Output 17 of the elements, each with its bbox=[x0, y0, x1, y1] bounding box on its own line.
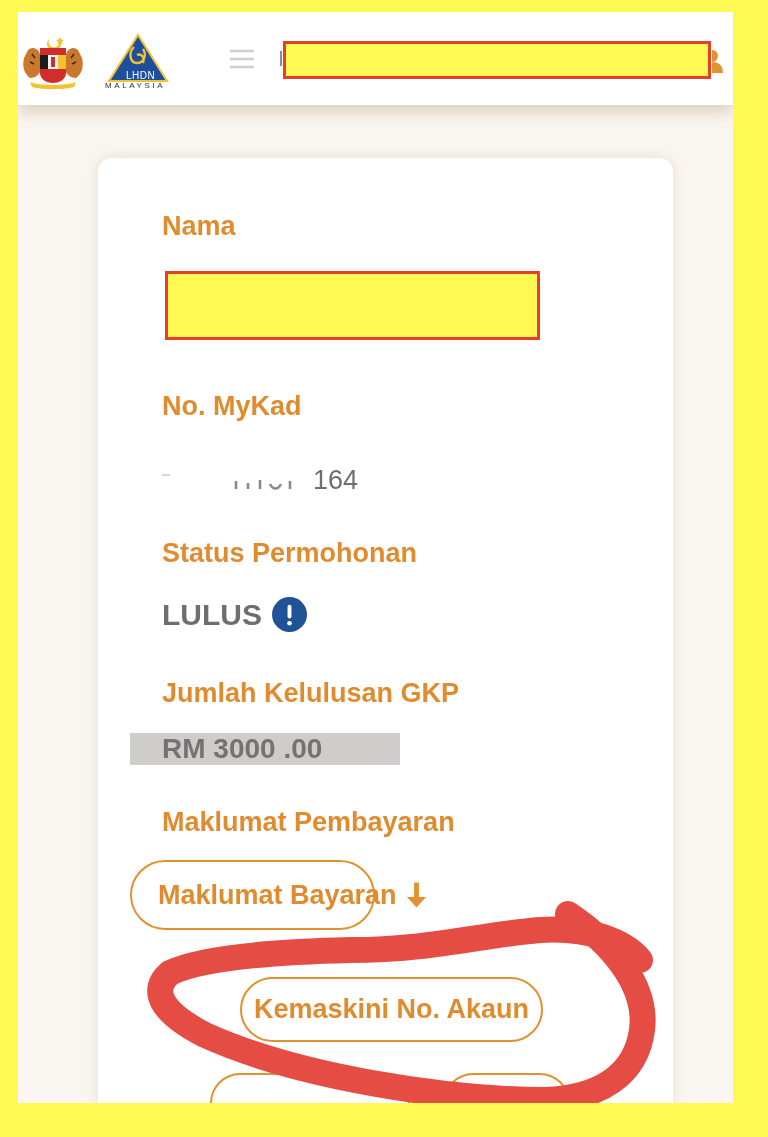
user-icon[interactable] bbox=[712, 49, 723, 73]
field-label: Jumlah Kelulusan GKP bbox=[162, 677, 460, 710]
info-icon[interactable] bbox=[272, 597, 307, 632]
logo-caption: MALAYSIA bbox=[105, 80, 166, 90]
cut-off-button[interactable] bbox=[210, 1073, 410, 1103]
status-value: LULUS bbox=[162, 597, 262, 632]
field-label: No. MyKad bbox=[162, 390, 302, 423]
field-label: Maklumat Pembayaran bbox=[162, 806, 455, 839]
field-label: Nama bbox=[162, 210, 236, 243]
logo-text: LHDN bbox=[126, 69, 156, 81]
update-account-button[interactable]: Kemaskini No. Akaun bbox=[240, 977, 543, 1042]
amount-value: RM 3000 .00 bbox=[130, 733, 400, 765]
field-value: 164 bbox=[313, 464, 359, 497]
down-arrow-icon bbox=[404, 882, 428, 908]
header-title: I bbox=[278, 45, 285, 72]
triangle-logo-icon bbox=[107, 32, 169, 83]
field-label: Status Permohonan bbox=[162, 537, 418, 570]
